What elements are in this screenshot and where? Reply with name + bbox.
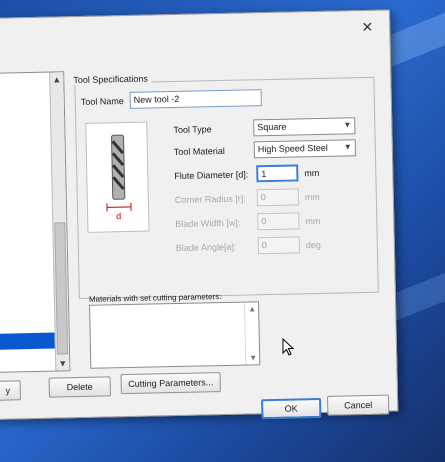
scroll-down-icon[interactable]: ▼ [249, 353, 257, 362]
close-icon[interactable]: ✕ [361, 19, 373, 36]
blade-angle-label: Blade Angle[a]: [175, 241, 237, 253]
tool-material-select[interactable]: High Speed Steel ▼ [253, 139, 356, 159]
tool-type-select[interactable]: Square ▼ [253, 117, 356, 137]
corner-radius-input[interactable]: 0 [256, 188, 299, 207]
materials-scrollbar[interactable]: ▲ ▼ [244, 302, 260, 365]
tool-name-label: Tool Name [80, 96, 124, 107]
tool-list[interactable]: ▲ ▼ [0, 71, 71, 373]
scroll-thumb[interactable] [54, 222, 69, 355]
flute-diameter-label: Flute Diameter [d]: [174, 169, 249, 182]
corner-radius-label: Corner Radius [r]: [174, 193, 246, 205]
blade-angle-unit: deg [305, 239, 321, 251]
cancel-button[interactable]: Cancel [326, 394, 390, 416]
selected-list-item[interactable] [0, 332, 55, 350]
blade-width-label: Blade Width [w]: [175, 217, 241, 229]
tool-list-scrollbar[interactable]: ▲ ▼ [49, 72, 70, 371]
tool-image: d [85, 121, 150, 233]
flute-diameter-input[interactable]: 1 [256, 164, 299, 183]
tool-material-label: Tool Material [173, 145, 225, 158]
blade-width-unit: mm [305, 215, 321, 227]
delete-button[interactable]: Delete [48, 376, 111, 398]
tool-image-dim-label: d [116, 211, 121, 221]
blade-width-input[interactable]: 0 [257, 212, 300, 231]
tool-dialog: ✕ ▲ ▼ Tool Specifications Tool Name New … [0, 9, 399, 420]
tool-type-value: Square [257, 121, 287, 133]
end-mill-icon: d [106, 134, 132, 221]
tool-name-input[interactable]: New tool -2 [129, 89, 262, 109]
tool-material-value: High Speed Steel [257, 142, 328, 155]
group-title: Tool Specifications [70, 73, 151, 86]
tool-type-label: Tool Type [173, 124, 212, 136]
corner-radius-unit: mm [304, 191, 320, 203]
materials-list[interactable]: ▲ ▼ [89, 301, 261, 369]
partial-left-button[interactable]: y [0, 380, 22, 401]
ok-button[interactable]: OK [261, 397, 322, 420]
flute-diameter-unit: mm [304, 167, 320, 179]
scroll-down-icon[interactable]: ▼ [58, 358, 67, 368]
chevron-down-icon: ▼ [343, 142, 352, 152]
chevron-down-icon: ▼ [343, 120, 352, 130]
cutting-parameters-button[interactable]: Cutting Parameters... [120, 372, 221, 395]
mouse-pointer-icon [282, 338, 294, 356]
scroll-up-icon[interactable]: ▲ [248, 304, 256, 313]
blade-angle-input[interactable]: 0 [257, 236, 300, 255]
scroll-up-icon[interactable]: ▲ [52, 74, 61, 84]
